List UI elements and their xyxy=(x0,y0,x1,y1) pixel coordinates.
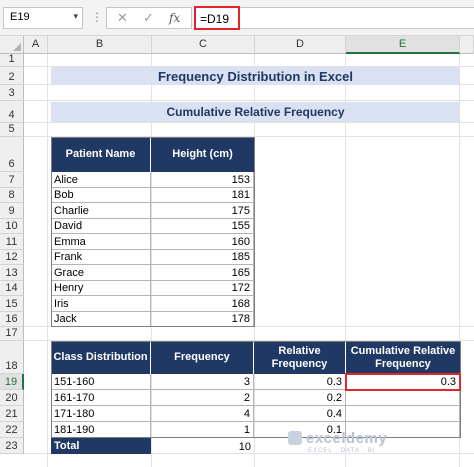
height-cell[interactable]: 181 xyxy=(151,187,254,203)
row-header[interactable]: 12 xyxy=(0,249,24,265)
height-header: Height (cm) xyxy=(151,137,254,172)
name-box[interactable]: E19 ▾ xyxy=(3,7,83,29)
height-cell[interactable]: 165 xyxy=(151,265,254,281)
relative-frequency-cell[interactable]: 0.3 xyxy=(254,374,346,390)
formula-buttons: ✕ ✓ fx xyxy=(106,7,192,29)
patient-name-header: Patient Name xyxy=(51,137,151,172)
watermark-tagline: EXCEL · DATA · BI xyxy=(308,448,376,454)
patient-name-cell[interactable]: Alice xyxy=(51,172,151,188)
column-header-b[interactable]: B xyxy=(48,36,152,54)
row-header[interactable]: 10 xyxy=(0,218,24,234)
row-header[interactable]: 3 xyxy=(0,85,24,101)
patient-name-cell[interactable]: Emma xyxy=(51,234,151,250)
height-cell[interactable]: 185 xyxy=(151,249,254,265)
row-header[interactable]: 23 xyxy=(0,438,24,454)
active-cell-selection[interactable] xyxy=(345,373,461,391)
column-header-c[interactable]: C xyxy=(152,36,255,54)
class-cell[interactable]: 151-160 xyxy=(51,374,151,390)
cancel-icon[interactable]: ✕ xyxy=(117,10,128,26)
cumulative-relative-frequency-header: Cumulative Relative Frequency xyxy=(346,341,460,374)
height-cell[interactable]: 153 xyxy=(151,172,254,188)
class-cell[interactable]: 161-170 xyxy=(51,390,151,406)
chevron-down-icon[interactable]: ▾ xyxy=(73,11,78,22)
cumulative-cell[interactable] xyxy=(346,390,460,406)
frequency-cell[interactable]: 3 xyxy=(151,374,254,390)
row-header[interactable]: 6 xyxy=(0,137,24,172)
insert-function-icon[interactable]: fx xyxy=(169,11,180,25)
frequency-cell[interactable]: 4 xyxy=(151,406,254,422)
row-header[interactable]: 22 xyxy=(0,422,24,438)
row-header[interactable]: 11 xyxy=(0,234,24,250)
class-cell[interactable]: 171-180 xyxy=(51,406,151,422)
relative-frequency-header: Relative Frequency xyxy=(254,341,346,374)
gridline xyxy=(24,100,474,101)
patient-name-cell[interactable]: Grace xyxy=(51,265,151,281)
patient-name-cell[interactable]: Iris xyxy=(51,296,151,312)
column-header-d[interactable]: D xyxy=(255,36,346,54)
gridline xyxy=(47,54,48,467)
row-header[interactable]: 9 xyxy=(0,203,24,219)
height-cell[interactable]: 172 xyxy=(151,280,254,296)
formula-input[interactable]: =D19 xyxy=(194,6,240,30)
gridline xyxy=(24,122,474,123)
patient-name-cell[interactable]: Henry xyxy=(51,280,151,296)
formula-bar: E19 ▾ ⋮ ✕ ✓ fx =D19 xyxy=(0,0,474,36)
row-header[interactable]: 1 xyxy=(0,53,24,67)
column-header-e[interactable]: E xyxy=(346,36,460,54)
more-options-icon[interactable]: ⋮ xyxy=(91,10,104,24)
class-cell[interactable]: 181-190 xyxy=(51,422,151,438)
row-header[interactable]: 19 xyxy=(0,374,24,390)
row-header[interactable]: 15 xyxy=(0,296,24,312)
patient-name-cell[interactable]: Bob xyxy=(51,187,151,203)
exceldemy-watermark: exceldemy EXCEL · DATA · BI xyxy=(288,430,388,454)
patient-name-cell[interactable]: Frank xyxy=(51,249,151,265)
frequency-cell[interactable]: 1 xyxy=(151,422,254,438)
row-header[interactable]: 8 xyxy=(0,187,24,203)
height-cell[interactable]: 175 xyxy=(151,203,254,219)
row-header[interactable]: 7 xyxy=(0,172,24,188)
row-header[interactable]: 21 xyxy=(0,406,24,422)
height-cell[interactable]: 178 xyxy=(151,311,254,327)
relative-frequency-cell[interactable]: 0.4 xyxy=(254,406,346,422)
column-header-a[interactable]: A xyxy=(24,36,48,54)
row-header[interactable]: 18 xyxy=(0,341,24,374)
row-header[interactable]: 16 xyxy=(0,311,24,327)
enter-icon[interactable]: ✓ xyxy=(143,10,154,26)
frequency-header: Frequency xyxy=(151,341,254,374)
total-label[interactable]: Total xyxy=(51,438,151,454)
exceldemy-logo-icon xyxy=(288,431,302,445)
frequency-cell[interactable]: 2 xyxy=(151,390,254,406)
formula-input-extension[interactable] xyxy=(240,7,474,29)
column-header-f[interactable] xyxy=(460,36,474,54)
patient-name-cell[interactable]: Jack xyxy=(51,311,151,327)
row-header[interactable]: 17 xyxy=(0,327,24,341)
row-header[interactable]: 20 xyxy=(0,390,24,406)
height-cell[interactable]: 155 xyxy=(151,218,254,234)
patient-name-cell[interactable]: David xyxy=(51,218,151,234)
row-header[interactable]: 13 xyxy=(0,265,24,281)
name-box-value: E19 xyxy=(10,11,30,23)
height-cell[interactable]: 160 xyxy=(151,234,254,250)
select-all-button[interactable] xyxy=(0,36,24,54)
height-cell[interactable]: 168 xyxy=(151,296,254,312)
row-header[interactable]: 4 xyxy=(0,101,24,123)
patient-name-cell[interactable]: Charlie xyxy=(51,203,151,219)
total-frequency-cell[interactable]: 10 xyxy=(151,438,254,454)
row-header[interactable]: 5 xyxy=(0,123,24,137)
page-title: Frequency Distribution in Excel xyxy=(51,67,460,85)
relative-frequency-cell[interactable]: 0.2 xyxy=(254,390,346,406)
section-subtitle: Cumulative Relative Frequency xyxy=(51,102,460,122)
row-header[interactable]: 2 xyxy=(0,67,24,85)
watermark-brand: exceldemy xyxy=(306,430,388,447)
cumulative-cell[interactable] xyxy=(346,406,460,422)
class-distribution-header: Class Distribution xyxy=(51,341,151,374)
row-header[interactable]: 14 xyxy=(0,280,24,296)
